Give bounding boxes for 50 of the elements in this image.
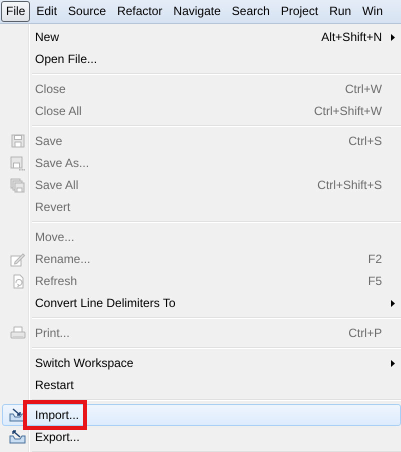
menu-item[interactable]: Convert Line Delimiters To xyxy=(2,292,401,314)
shortcut-label: F2 xyxy=(368,252,383,266)
menu-item-label: Import... xyxy=(34,408,80,422)
shortcut-label: F5 xyxy=(368,274,383,288)
refresh-icon xyxy=(10,274,24,288)
menu-item-label: New xyxy=(34,30,60,44)
menu-item-label: Refresh xyxy=(34,274,78,288)
shortcut-label: Ctrl+Shift+W xyxy=(314,104,383,118)
menu-bar-item[interactable]: File xyxy=(1,1,30,22)
menu-item[interactable]: New Alt+Shift+N xyxy=(2,26,401,48)
shortcut-label: Ctrl+P xyxy=(348,326,383,340)
menu-item[interactable]: Restart xyxy=(2,374,401,396)
menu-bar-item[interactable]: Refactor xyxy=(112,1,168,22)
menu-item-label: Open File... xyxy=(34,52,98,66)
tray-arrow-icon xyxy=(9,408,26,422)
submenu-arrow-icon xyxy=(391,34,395,40)
floppy-disks-icon xyxy=(10,178,25,192)
submenu-arrow-icon xyxy=(391,300,395,306)
menu-item-label: Convert Line Delimiters To xyxy=(34,296,176,310)
shortcut-label: Alt+Shift+N xyxy=(321,30,383,44)
submenu-arrow-icon xyxy=(391,360,395,366)
menu-item-label: Switch Workspace xyxy=(34,356,134,370)
menu-item[interactable]: Import... xyxy=(2,404,401,426)
shortcut-label: Ctrl+W xyxy=(345,82,383,96)
menu-bar-item[interactable]: Edit xyxy=(31,1,62,22)
tray-arrow-icon xyxy=(9,430,26,444)
menu-bar-item[interactable]: Navigate xyxy=(168,1,226,22)
menu-item-label: Print... xyxy=(34,326,70,340)
menu-item-label: Revert xyxy=(34,200,70,214)
menu-item[interactable]: Export... xyxy=(2,426,401,448)
shortcut-label: Ctrl+Shift+S xyxy=(317,178,383,192)
menu-item-label: Save xyxy=(34,134,62,148)
menu-bar-item[interactable]: Win xyxy=(357,1,388,22)
menu-bar-item[interactable]: Run xyxy=(324,1,356,22)
shortcut-label: Ctrl+S xyxy=(348,134,383,148)
menu-item-label: Rename... xyxy=(34,252,90,266)
menu-item-label: Move... xyxy=(34,230,74,244)
menu-item-label: Save As... xyxy=(34,156,90,170)
menu-item-label: Save All xyxy=(34,178,78,192)
printer-icon xyxy=(10,326,26,340)
menu-item-label: Export... xyxy=(34,430,80,444)
menu-item-label: Close All xyxy=(34,104,82,118)
menu-bar-item[interactable]: Search xyxy=(226,1,275,22)
menu-bar-item[interactable]: Project xyxy=(276,1,324,22)
menu-item-label: Restart xyxy=(34,378,74,392)
menu-bar-item[interactable]: Source xyxy=(63,1,112,22)
menu-item-label: Close xyxy=(34,82,66,96)
menu-item[interactable]: Open File... xyxy=(2,48,401,70)
pencil-icon xyxy=(10,252,25,266)
menu-item[interactable]: Switch Workspace xyxy=(2,352,401,374)
